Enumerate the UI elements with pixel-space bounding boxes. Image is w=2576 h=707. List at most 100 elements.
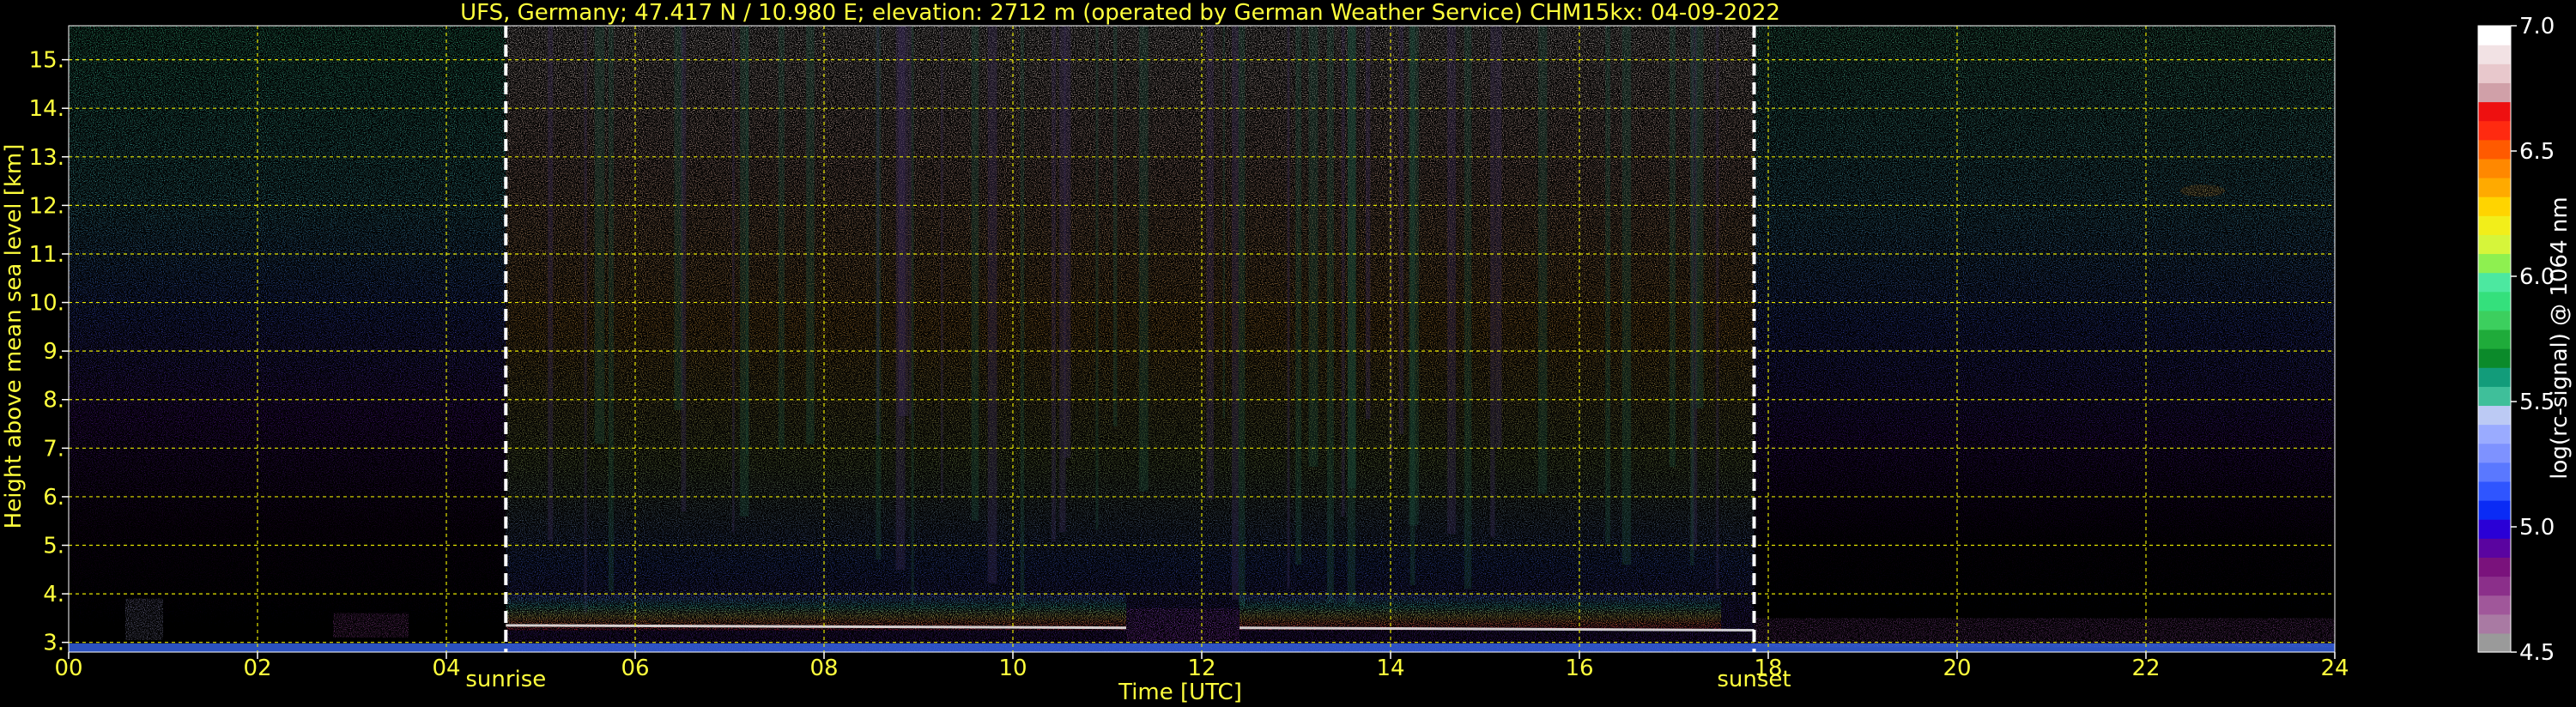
x-tick-label: 00	[54, 656, 82, 681]
signal-streak	[1222, 26, 1226, 419]
colorbar-segment	[2478, 329, 2511, 349]
colorbar-segment	[2478, 177, 2511, 197]
signal-streak	[911, 26, 914, 607]
signal-streak	[1206, 26, 1215, 500]
colorbar-segment	[2478, 519, 2511, 539]
colorbar-tick-label: 6.5	[2519, 139, 2555, 165]
signal-streak	[1409, 26, 1419, 525]
x-tick-label: 08	[809, 656, 838, 681]
y-tick-label: 5.	[43, 534, 64, 559]
backscatter-noise-field	[69, 26, 2335, 652]
colorbar-segment	[2478, 462, 2511, 482]
daytime-noise	[506, 26, 1755, 652]
midday-aerosol-band	[1126, 608, 1240, 643]
y-tick-label: 14.	[29, 96, 64, 122]
signal-streak	[1059, 26, 1066, 532]
signal-streak	[1621, 26, 1632, 565]
x-tick-label: 12	[1187, 656, 1215, 681]
signal-streak	[778, 26, 785, 450]
sunrise-label: sunrise	[465, 667, 546, 692]
x-tick-label: 20	[1943, 656, 1971, 681]
y-tick-label: 7.	[43, 436, 64, 462]
chart-title: UFS, Germany; 47.417 N / 10.980 E; eleva…	[460, 0, 1780, 26]
x-tick-label: 24	[2320, 656, 2349, 681]
signal-streak	[746, 26, 749, 455]
colorbar-segment	[2478, 272, 2511, 293]
signal-streak	[908, 26, 912, 425]
y-tick-label: 11.	[29, 242, 64, 268]
plot-area: sunrise sunset	[68, 25, 2336, 692]
y-axis-ticks: 3. 4. 5. 6. 7. 8. 9. 10. 11. 12. 13. 14. 15.	[29, 48, 69, 656]
signal-streak	[806, 26, 815, 444]
signal-streak	[548, 26, 554, 541]
colorbar-segment	[2478, 538, 2511, 558]
night-aerosol-patch	[333, 613, 409, 638]
colorbar-segment	[2478, 291, 2511, 311]
x-tick-label: 22	[2131, 656, 2160, 681]
signal-streak	[876, 26, 880, 436]
signal-streak	[1716, 26, 1719, 589]
colorbar-segment	[2478, 595, 2511, 615]
signal-streak	[1112, 26, 1118, 426]
y-axis-label: Height above mean sea level [km]	[1, 144, 27, 529]
signal-streak	[987, 26, 997, 583]
signal-streak	[584, 26, 587, 614]
night-aerosol-patch	[125, 598, 163, 640]
signal-streak	[1690, 26, 1694, 565]
signal-streak	[1051, 26, 1056, 541]
signal-streak	[1295, 26, 1302, 565]
y-tick-label: 13.	[29, 145, 64, 171]
signal-streak	[1365, 26, 1371, 420]
signal-streak	[898, 26, 909, 416]
colorbar-segment	[2478, 82, 2511, 103]
x-tick-label: 10	[998, 656, 1027, 681]
signal-streak	[1341, 26, 1345, 517]
colorbar-label: log(rc-signal) @ 1064 nm	[2547, 196, 2573, 479]
signal-streak	[681, 26, 687, 512]
colorbar-segment	[2478, 632, 2511, 653]
signal-streak	[1238, 26, 1246, 606]
signal-streak	[594, 26, 605, 444]
x-tick-label: 06	[621, 656, 649, 681]
signal-streak	[971, 26, 979, 521]
signal-streak	[1326, 26, 1334, 603]
colorbar-segment	[2478, 613, 2511, 634]
signal-streak	[1095, 26, 1099, 530]
y-tick-label: 8.	[43, 388, 64, 414]
signal-streak	[1537, 26, 1548, 494]
colorbar-segment	[2478, 101, 2511, 122]
colorbar-tick-label: 4.5	[2519, 640, 2555, 666]
cirrus-patch	[2180, 184, 2225, 197]
x-tick-label: 18	[1754, 656, 1782, 681]
y-tick-label: 4.	[43, 582, 64, 607]
evening-sky-noise	[1754, 26, 2335, 652]
night-sky-noise	[69, 26, 506, 652]
colorbar-tick-label: 7.0	[2519, 14, 2555, 39]
colorbar-segment	[2478, 500, 2511, 520]
x-tick-label: 14	[1376, 656, 1404, 681]
colorbar-segment	[2478, 348, 2511, 368]
signal-streak	[1020, 26, 1025, 607]
colorbar-segment	[2478, 215, 2511, 235]
signal-streak	[1495, 26, 1502, 450]
signal-streak	[1232, 26, 1239, 600]
y-tick-label: 3.	[43, 631, 64, 656]
signal-streak	[1138, 26, 1149, 492]
signal-streak	[1447, 26, 1456, 535]
colorbar-segment	[2478, 120, 2511, 141]
signal-streak	[1464, 26, 1472, 589]
colorbar-tick-label: 5.0	[2519, 515, 2555, 541]
y-tick-label: 10.	[29, 291, 64, 317]
colorbar-segment	[2478, 253, 2511, 274]
x-tick-label: 02	[243, 656, 271, 681]
signal-streak	[1605, 26, 1611, 544]
ceilometer-figure: sunrise sunset 00 02 04 06 08 10 12 14 16 18 20 22 24…	[1, 0, 2573, 705]
afternoon-pbl-band	[1240, 594, 1721, 631]
colorbar-segment	[2478, 576, 2511, 596]
x-axis-label: Time [UTC]	[1118, 680, 1242, 705]
signal-streak	[1490, 26, 1495, 538]
signal-streak	[1287, 26, 1290, 589]
signal-streak	[1669, 26, 1676, 468]
colorbar-segment	[2478, 557, 2511, 577]
colorbar-segment	[2478, 386, 2511, 407]
